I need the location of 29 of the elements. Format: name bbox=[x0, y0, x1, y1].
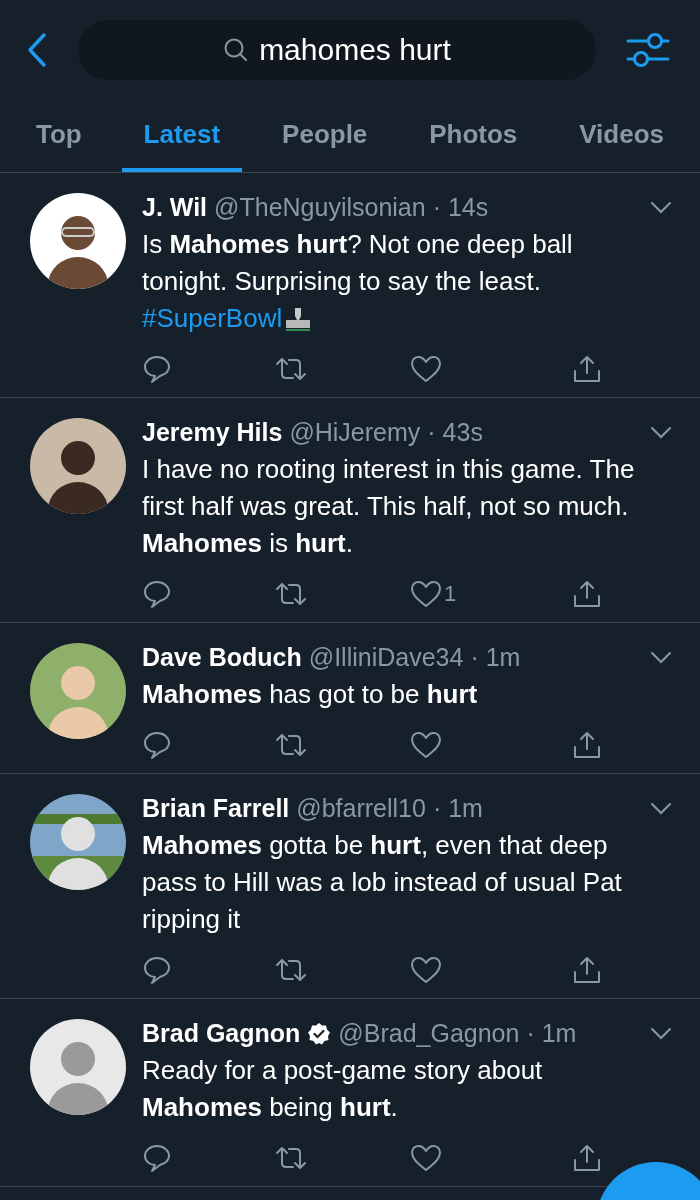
tab[interactable]: Latest bbox=[121, 100, 243, 172]
user-name[interactable]: Brad Gagnon bbox=[142, 1019, 301, 1048]
hashtag-link[interactable]: #SuperBowl bbox=[142, 300, 283, 337]
search-query: mahomes hurt bbox=[259, 33, 451, 67]
search-field[interactable]: mahomes hurt bbox=[78, 20, 596, 80]
tweet-text: I have no rooting interest in this game. The first half was great. This half, not so much. Mahomes is hurt. bbox=[142, 453, 636, 560]
user-handle: @Brad_Gagnon bbox=[338, 1019, 520, 1048]
tweet-text: Ready for a post-game story about Mahomes being hurt. bbox=[142, 1054, 544, 1124]
timestamp: · 14s bbox=[432, 193, 489, 222]
user-handle: @bfarrell10 bbox=[296, 794, 426, 823]
timestamp: · 1m bbox=[432, 794, 483, 823]
tweet-text: Mahomes gotta be hurt, even that deep pass to Hill was a lob instead of usual Pat ripping it bbox=[142, 829, 623, 936]
user-handle: @IlliniDave34 bbox=[308, 643, 464, 672]
tab[interactable]: Videos bbox=[557, 100, 686, 172]
timestamp: · 43s bbox=[427, 418, 483, 447]
tab[interactable]: Photos bbox=[407, 100, 540, 172]
user-handle: @TheNguyilsonian bbox=[214, 193, 426, 222]
tab[interactable]: People bbox=[260, 100, 390, 172]
tab[interactable]: Top bbox=[14, 100, 104, 172]
user-name[interactable]: Dave Boduch bbox=[142, 643, 302, 672]
user-handle: @HiJeremy bbox=[289, 418, 421, 447]
timestamp: · 1m bbox=[526, 1019, 577, 1048]
timestamp: · 1m bbox=[470, 643, 521, 672]
like-count: 1 bbox=[444, 581, 457, 607]
user-name[interactable]: Jeremy Hils bbox=[142, 418, 283, 447]
user-name[interactable]: Brian Farrell bbox=[142, 794, 290, 823]
user-name[interactable]: J. Wil bbox=[142, 193, 208, 222]
tweet-text: Is Mahomes hurt? Not one deep ball tonight. Surprising to say the least. bbox=[142, 228, 574, 298]
tweet-text: Mahomes has got to be hurt bbox=[142, 678, 479, 711]
